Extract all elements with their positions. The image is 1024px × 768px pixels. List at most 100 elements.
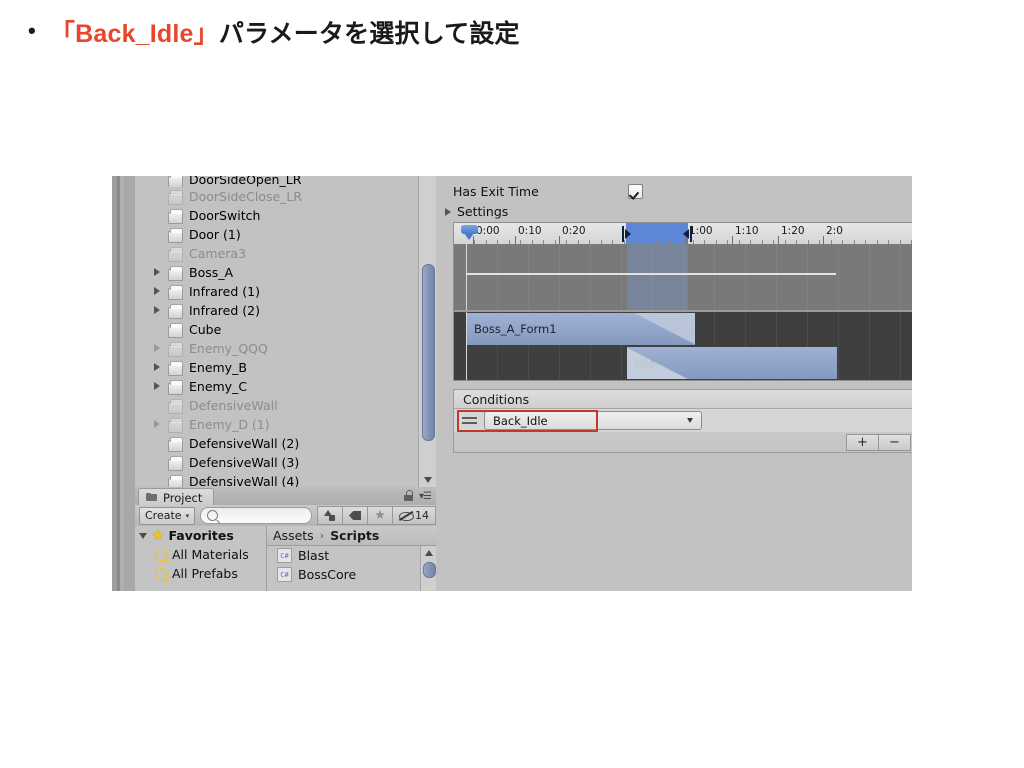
hierarchy-item-label: Enemy_B: [189, 360, 247, 375]
asset-scrollbar-thumb[interactable]: [423, 562, 436, 578]
scroll-down-arrow-icon[interactable]: [419, 472, 436, 487]
expand-arrow-icon[interactable]: [152, 267, 163, 278]
favorites-item-all-prefabs[interactable]: All Prefabs: [135, 564, 266, 583]
hierarchy-item[interactable]: DoorSwitch: [135, 206, 419, 225]
hierarchy-item-label: DefensiveWall: [189, 398, 278, 413]
gameobject-icon: [168, 265, 183, 281]
asset-list-scrollbar[interactable]: [420, 546, 436, 591]
add-condition-button[interactable]: +: [846, 434, 879, 451]
chevron-right-icon: [445, 207, 451, 216]
tick-major: [823, 236, 824, 244]
hierarchy-item[interactable]: DoorSideOpen_LR: [135, 176, 419, 187]
playhead-marker[interactable]: [461, 225, 478, 240]
hierarchy-item-label: Enemy_QQQ: [189, 341, 268, 356]
hierarchy-scrollbar-thumb[interactable]: [422, 264, 435, 441]
hierarchy-item[interactable]: Enemy_D (1): [135, 415, 419, 434]
gameobject-icon: [168, 303, 183, 319]
hierarchy-item[interactable]: Enemy_QQQ: [135, 339, 419, 358]
hidden-objects-button[interactable]: 14: [393, 506, 436, 525]
scroll-up-arrow-icon[interactable]: [421, 546, 436, 560]
hierarchy-item-label: DoorSwitch: [189, 208, 261, 223]
eye-off-icon: [399, 510, 414, 521]
gameobject-icon: [168, 208, 183, 224]
hierarchy-item[interactable]: Infrared (1): [135, 282, 419, 301]
filter-by-label-button[interactable]: [343, 506, 368, 525]
tab-project[interactable]: Project: [138, 488, 215, 506]
hierarchy-item[interactable]: Cube: [135, 320, 419, 339]
gridline: [838, 244, 839, 380]
title-rest-text: パラメータを選択して設定: [218, 20, 520, 48]
expand-arrow-icon[interactable]: [152, 419, 163, 430]
condition-parameter-dropdown[interactable]: [612, 411, 702, 430]
search-input[interactable]: [200, 507, 312, 524]
remove-condition-button[interactable]: −: [879, 434, 911, 451]
clip-source-state[interactable]: Boss_A_Form1: [467, 313, 695, 345]
filter-by-type-button[interactable]: [317, 506, 343, 525]
graph-selection-band: [627, 244, 688, 312]
settings-label: Settings: [457, 204, 509, 219]
gameobject-icon: [168, 227, 183, 243]
tick-major: [732, 236, 733, 244]
gameobject-icon: [168, 474, 183, 487]
hierarchy-panel: DoorSideOpen_LR DoorSideClose_LR DoorSwitc…: [135, 176, 437, 487]
create-button[interactable]: Create ▾: [139, 506, 196, 525]
hierarchy-item[interactable]: Enemy_B: [135, 358, 419, 377]
settings-foldout[interactable]: Settings: [445, 204, 508, 219]
asset-list[interactable]: C# Blast C# BossCore: [267, 546, 421, 591]
expand-arrow-icon[interactable]: [152, 286, 163, 297]
clip-label: Boss_A_Form1: [474, 322, 557, 336]
list-item[interactable]: C# Blast: [267, 546, 421, 565]
tick-major: [559, 236, 560, 244]
breadcrumb-separator-icon: ›: [319, 529, 325, 542]
hierarchy-item[interactable]: DefensiveWall (2): [135, 434, 419, 453]
expand-arrow-icon[interactable]: [152, 381, 163, 392]
drag-handle-icon[interactable]: [462, 416, 477, 425]
hierarchy-item[interactable]: DefensiveWall (4): [135, 472, 419, 487]
favorites-group[interactable]: ★ Favorites: [135, 526, 266, 545]
condition-row[interactable]: Back_Idle: [454, 409, 912, 432]
hierarchy-item[interactable]: Camera3: [135, 244, 419, 263]
hierarchy-item[interactable]: Enemy_C: [135, 377, 419, 396]
csharp-script-icon: C#: [277, 548, 292, 563]
hierarchy-item[interactable]: DoorSideClose_LR: [135, 187, 419, 206]
list-item[interactable]: C# BossCore: [267, 565, 421, 584]
favorites-item-all-materials[interactable]: All Materials: [135, 545, 266, 564]
favorites-label: Favorites: [168, 528, 234, 543]
timeline-ruler[interactable]: 0:00 0:10 0:20 1:00 1:10 1:20 2:0: [453, 222, 912, 246]
search-icon: [155, 567, 167, 580]
gridline: [869, 244, 870, 380]
gameobject-icon: [168, 341, 183, 357]
hierarchy-item[interactable]: DefensiveWall: [135, 396, 419, 415]
expand-arrow-icon[interactable]: [152, 343, 163, 354]
expand-arrow-icon[interactable]: [152, 305, 163, 316]
unity-editor-screenshot: DoorSideOpen_LR DoorSideClose_LR DoorSwitc…: [112, 176, 912, 591]
conditions-section: Conditions Back_Idle + −: [453, 389, 912, 453]
clip-destination-state[interactable]: Idle: [627, 347, 837, 379]
breadcrumb[interactable]: Assets › Scripts: [267, 526, 436, 546]
has-exit-time-checkbox[interactable]: [628, 184, 643, 199]
chevron-down-icon: ▾: [185, 511, 190, 520]
hierarchy-item[interactable]: Door (1): [135, 225, 419, 244]
hierarchy-scrollbar[interactable]: [418, 176, 436, 487]
expand-arrow-icon[interactable]: [152, 362, 163, 373]
lock-icon[interactable]: [404, 490, 413, 501]
hierarchy-item-label: Boss_A: [189, 265, 234, 280]
transition-end-handle[interactable]: [682, 226, 692, 242]
panel-menu-icon[interactable]: ▾☰: [419, 491, 432, 502]
transition-start-handle[interactable]: [622, 226, 632, 242]
search-icon: [155, 548, 167, 561]
project-tree-pane[interactable]: ★ Favorites All Materials All Prefabs: [135, 526, 267, 591]
has-exit-time-label: Has Exit Time: [453, 184, 539, 199]
transition-graph[interactable]: Boss_A_Form1 Idle: [453, 244, 912, 381]
filter-favorites-button[interactable]: ★: [368, 506, 393, 525]
inspector-inner: Has Exit Time Settings 0:00 0:10 0:20 1:00 1…: [445, 176, 912, 591]
condition-parameter-field[interactable]: Back_Idle: [484, 411, 612, 430]
hierarchy-list[interactable]: DoorSideOpen_LR DoorSideClose_LR DoorSwitc…: [135, 176, 419, 487]
hierarchy-item[interactable]: DefensiveWall (3): [135, 453, 419, 472]
breadcrumb-root[interactable]: Assets: [273, 528, 314, 543]
hierarchy-item[interactable]: Infrared (2): [135, 301, 419, 320]
hierarchy-item-label: DefensiveWall (3): [189, 455, 300, 470]
hierarchy-item[interactable]: Boss_A: [135, 263, 419, 282]
